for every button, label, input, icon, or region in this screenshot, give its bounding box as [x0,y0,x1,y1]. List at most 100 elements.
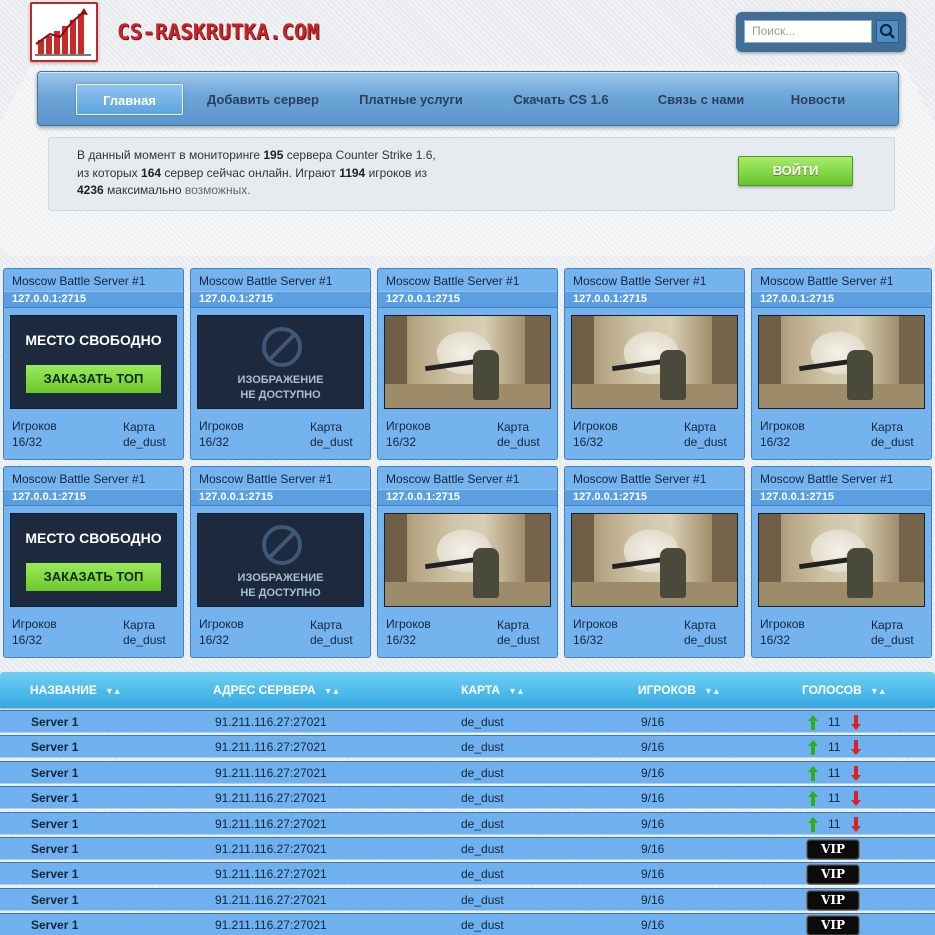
server-card-title[interactable]: Moscow Battle Server #1 [760,274,893,288]
vote-up-icon[interactable] [808,715,818,730]
server-name[interactable]: Server 1 [31,787,78,810]
server-card[interactable]: Moscow Battle Server #1 127.0.0.1:2715 И… [377,268,558,460]
sort-icon[interactable]: ▼▲ [105,686,122,696]
server-card-image[interactable]: ИЗОБРАЖЕНИЕ НЕ ДОСТУПНО [197,513,364,607]
server-card-image[interactable] [571,513,738,607]
vip-badge: VIP [806,839,860,860]
search-input[interactable]: Поиск... [744,20,872,43]
column-address[interactable]: АДРЕС СЕРВЕРА ▼▲ [213,672,341,708]
server-name[interactable]: Server 1 [31,813,78,836]
server-map: de_dust [461,715,504,729]
server-card-image[interactable]: ИЗОБРАЖЕНИЕ НЕ ДОСТУПНО [197,315,364,409]
vote-down-icon[interactable] [851,740,861,756]
server-name[interactable]: Server 1 [31,863,78,886]
server-card-title[interactable]: Moscow Battle Server #1 [386,472,519,486]
players-label: Игроков [12,419,57,433]
column-players[interactable]: ИГРОКОВ ▼▲ [638,672,721,708]
nav-add-server[interactable]: Добавить сервер [198,84,328,115]
server-name[interactable]: Server 1 [31,914,78,935]
server-name[interactable]: Server 1 [31,711,78,734]
server-card-image[interactable] [384,513,551,607]
players-label: Игроков [573,617,618,631]
table-row[interactable]: Server 1 91.211.116.27:27021 de_dust 9/1… [0,735,935,759]
search-button[interactable] [876,20,899,43]
server-card-title[interactable]: Moscow Battle Server #1 [199,472,332,486]
table-row[interactable]: Server 1 91.211.116.27:27021 de_dust 9/1… [0,811,935,836]
server-card[interactable]: Moscow Battle Server #1 127.0.0.1:2715 И… [377,466,558,658]
table-row[interactable]: Server 1 91.211.116.27:27021 de_dust 9/1… [0,710,935,733]
growth-chart-icon [35,8,91,56]
server-card-title[interactable]: Moscow Battle Server #1 [573,472,706,486]
players-value: 16/32 [12,435,43,449]
server-card-title[interactable]: Moscow Battle Server #1 [199,274,332,288]
map-screenshot [385,316,550,408]
table-row[interactable]: Server 1 91.211.116.27:27021 de_dust 9/1… [0,760,935,785]
sort-icon[interactable]: ▼▲ [870,686,887,696]
server-name[interactable]: Server 1 [31,762,78,785]
vote-down-icon[interactable] [851,765,861,781]
server-card-image[interactable] [758,315,925,409]
column-votes[interactable]: ГОЛОСОВ ▼▲ [802,672,887,708]
nav-download-cs[interactable]: Скачать CS 1.6 [501,84,621,115]
server-name[interactable]: Server 1 [31,889,78,912]
server-card-title[interactable]: Moscow Battle Server #1 [760,472,893,486]
server-card-title[interactable]: Moscow Battle Server #1 [573,274,706,288]
vote-down-icon[interactable] [851,816,861,832]
main-navigation: Главная Добавить сервер Платные услуги С… [37,71,899,126]
order-top-button[interactable]: ЗАКАЗАТЬ ТОП [26,563,161,591]
vote-up-icon[interactable] [808,816,818,832]
login-button[interactable]: ВОЙТИ [738,156,853,186]
sort-icon[interactable]: ▼▲ [324,686,341,696]
nav-news[interactable]: Новости [782,84,854,115]
nav-home[interactable]: Главная [76,84,183,115]
server-name[interactable]: Server 1 [31,736,78,759]
server-card-image[interactable] [384,315,551,409]
server-card[interactable]: Moscow Battle Server #1 127.0.0.1:2715 И… [190,466,371,658]
server-address: 91.211.116.27:27021 [215,740,327,755]
column-name[interactable]: НАЗВАНИЕ ▼▲ [30,672,122,708]
server-card[interactable]: Moscow Battle Server #1 127.0.0.1:2715 М… [3,466,184,658]
table-row[interactable]: Server 1 91.211.116.27:27021 de_dust 9/1… [0,786,935,810]
server-card-image[interactable] [758,513,925,607]
server-card-ip: 127.0.0.1:2715 [378,291,557,308]
server-players: 9/16 [641,892,665,907]
server-map: de_dust [461,867,504,882]
site-name[interactable]: CS-RASKRUTKA.COM [117,20,319,44]
server-card-title[interactable]: Moscow Battle Server #1 [12,274,145,288]
server-card-ip: 127.0.0.1:2715 [565,291,744,308]
server-card[interactable]: Moscow Battle Server #1 127.0.0.1:2715 И… [564,466,745,658]
table-row[interactable]: Server 1 91.211.116.27:27021 de_dust 9/1… [0,887,935,912]
map-label: Карта [310,420,343,434]
sort-icon[interactable]: ▼▲ [704,686,721,696]
sort-icon[interactable]: ▼▲ [508,686,525,696]
vote-down-icon[interactable] [851,791,861,807]
server-card-title[interactable]: Moscow Battle Server #1 [12,472,145,486]
vote-up-icon[interactable] [808,791,818,807]
vote-up-icon[interactable] [808,765,818,781]
server-address: 91.211.116.27:27021 [215,918,327,933]
nav-paid-services[interactable]: Платные услуги [350,84,472,115]
column-map[interactable]: КАРТА ▼▲ [461,672,525,708]
table-row[interactable]: Server 1 91.211.116.27:27021 de_dust 9/1… [0,862,935,886]
server-card[interactable]: Moscow Battle Server #1 127.0.0.1:2715 М… [3,268,184,460]
map-label: Карта [497,420,530,434]
server-card-title[interactable]: Moscow Battle Server #1 [386,274,519,288]
server-card-ip: 127.0.0.1:2715 [752,291,931,308]
vote-down-icon[interactable] [851,715,861,730]
site-logo[interactable] [30,2,98,62]
map-value: de_dust [123,435,166,449]
server-name[interactable]: Server 1 [31,838,78,861]
table-row[interactable]: Server 1 91.211.116.27:27021 de_dust 9/1… [0,913,935,935]
nav-contact[interactable]: Связь с нами [650,84,752,115]
server-card[interactable]: Moscow Battle Server #1 127.0.0.1:2715 И… [751,268,932,460]
map-label: Карта [497,618,530,632]
table-row[interactable]: Server 1 91.211.116.27:27021 de_dust 9/1… [0,837,935,860]
server-card-image[interactable]: МЕСТО СВОБОДНО ЗАКАЗАТЬ ТОП [10,315,177,409]
server-card-image[interactable]: МЕСТО СВОБОДНО ЗАКАЗАТЬ ТОП [10,513,177,607]
server-card[interactable]: Moscow Battle Server #1 127.0.0.1:2715 И… [190,268,371,460]
order-top-button[interactable]: ЗАКАЗАТЬ ТОП [26,365,161,393]
server-card[interactable]: Moscow Battle Server #1 127.0.0.1:2715 И… [751,466,932,658]
server-card-image[interactable] [571,315,738,409]
server-card[interactable]: Moscow Battle Server #1 127.0.0.1:2715 И… [564,268,745,460]
vote-up-icon[interactable] [808,740,818,756]
